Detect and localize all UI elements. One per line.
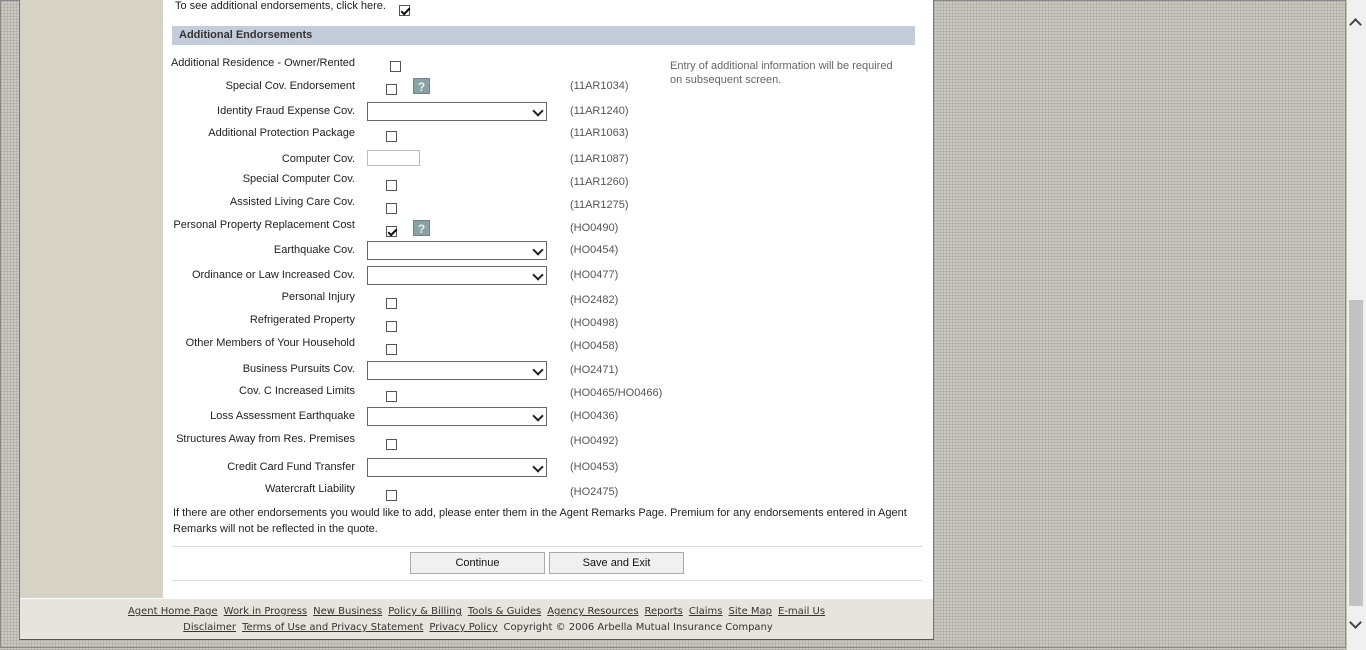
scroll-down-icon[interactable] xyxy=(1349,616,1362,629)
label-business-pursuits-cov: Business Pursuits Cov. xyxy=(242,363,355,375)
chevron-down-icon xyxy=(532,461,544,473)
checkbox-additional-residence-owner-rented[interactable] xyxy=(390,61,401,72)
left-sidebar xyxy=(20,0,163,598)
divider xyxy=(172,546,922,547)
label-computer-cov: Computer Cov. xyxy=(281,153,355,165)
checkbox-structures-away-from-res-premises[interactable] xyxy=(386,439,397,450)
form-code-ordinance-or-law-increased-cov: (HO0477) xyxy=(570,269,619,281)
form-code-personal-injury: (HO2482) xyxy=(570,294,619,306)
footer-link-policy-billing[interactable]: Policy & Billing xyxy=(388,606,462,617)
select-ordinance-or-law-increased-cov[interactable] xyxy=(367,266,547,285)
label-watercraft-liability: Watercraft Liability xyxy=(264,483,355,495)
footer-link-agent-home-page[interactable]: Agent Home Page xyxy=(128,606,218,617)
form-code-special-computer-cov: (11AR1260) xyxy=(570,176,629,188)
checkbox-watercraft-liability[interactable] xyxy=(386,490,397,501)
footer-link-agency-resources[interactable]: Agency Resources xyxy=(547,606,638,617)
select-credit-card-fund-transfer[interactable] xyxy=(367,458,547,477)
checkbox-special-computer-cov[interactable] xyxy=(386,180,397,191)
footer-link-site-map[interactable]: Site Map xyxy=(729,606,772,617)
label-loss-assessment-earthquake: Loss Assessment Earthquake xyxy=(210,410,355,422)
intro-text: To see additional endorsements, click he… xyxy=(175,0,386,12)
footer-link-new-business[interactable]: New Business xyxy=(313,606,382,617)
form-code-identity-fraud-expense-cov: (11AR1240) xyxy=(570,105,629,117)
footer-link-e-mail-us[interactable]: E-mail Us xyxy=(778,606,825,617)
label-ordinance-or-law-increased-cov: Ordinance or Law Increased Cov. xyxy=(191,269,355,281)
main-content: To see additional endorsements, click he… xyxy=(163,0,933,598)
label-special-computer-cov: Special Computer Cov. xyxy=(242,173,355,185)
checkbox-special-cov-endorsement[interactable] xyxy=(386,84,397,95)
label-credit-card-fund-transfer: Credit Card Fund Transfer xyxy=(227,461,355,473)
label-personal-injury: Personal Injury xyxy=(281,291,355,303)
footer: Agent Home Page Work in Progress New Busin… xyxy=(20,599,933,639)
help-icon[interactable]: ? xyxy=(413,78,430,94)
scroll-up-icon[interactable] xyxy=(1349,18,1362,31)
divider xyxy=(172,580,922,581)
footer-link-tools-guides[interactable]: Tools & Guides xyxy=(468,606,541,617)
form-code-assisted-living-care-cov: (11AR1275) xyxy=(570,199,629,211)
show-endorsements-checkbox[interactable] xyxy=(399,5,410,16)
label-refrigerated-property: Refrigerated Property xyxy=(249,314,355,326)
checkbox-personal-property-replacement-cost[interactable] xyxy=(386,226,397,237)
vertical-scrollbar[interactable] xyxy=(1347,0,1366,650)
form-code-structures-away-from-res-premises: (HO0492) xyxy=(570,435,619,447)
form-code-additional-protection-package: (11AR1063) xyxy=(570,127,629,139)
form-code-refrigerated-property: (HO0498) xyxy=(570,317,619,329)
label-cov-c-increased-limits: Cov. C Increased Limits xyxy=(239,385,355,397)
copyright-text: Copyright © 2006 Arbella Mutual Insuranc… xyxy=(503,622,773,633)
form-code-business-pursuits-cov: (HO2471) xyxy=(570,364,619,376)
label-earthquake-cov: Earthquake Cov. xyxy=(273,244,355,256)
form-code-loss-assessment-earthquake: (HO0436) xyxy=(570,410,619,422)
form-code-personal-property-replacement-cost: (HO0490) xyxy=(570,222,619,234)
label-additional-protection-package: Additional Protection Package xyxy=(208,127,355,139)
footer-link-reports[interactable]: Reports xyxy=(645,606,683,617)
chevron-down-icon xyxy=(532,105,544,117)
form-code-watercraft-liability: (HO2475) xyxy=(570,486,619,498)
select-loss-assessment-earthquake[interactable] xyxy=(367,407,547,426)
label-other-members-of-your-household: Other Members of Your Household xyxy=(185,337,355,349)
form-code-other-members-of-your-household: (HO0458) xyxy=(570,340,619,352)
section-header: Additional Endorsements xyxy=(172,26,915,45)
remarks-text: If there are other endorsements you woul… xyxy=(173,507,907,535)
checkbox-assisted-living-care-cov[interactable] xyxy=(386,203,397,214)
footer-legal-row: Disclaimer Terms of Use and Privacy State… xyxy=(20,622,933,633)
label-additional-residence-owner-rented: Additional Residence - Owner/Rented xyxy=(170,57,355,69)
form-code-computer-cov: (11AR1087) xyxy=(570,153,629,165)
select-business-pursuits-cov[interactable] xyxy=(367,361,547,380)
checkbox-refrigerated-property[interactable] xyxy=(386,321,397,332)
select-identity-fraud-expense-cov[interactable] xyxy=(367,102,547,121)
label-personal-property-replacement-cost: Personal Property Replacement Cost xyxy=(173,219,355,231)
checkbox-other-members-of-your-household[interactable] xyxy=(386,344,397,355)
footer-link-disclaimer[interactable]: Disclaimer xyxy=(183,622,236,633)
checkbox-personal-injury[interactable] xyxy=(386,298,397,309)
form-code-earthquake-cov: (HO0454) xyxy=(570,244,619,256)
footer-link-privacy-policy[interactable]: Privacy Policy xyxy=(429,622,497,633)
info-note: Entry of additional information will be … xyxy=(670,60,893,86)
chevron-down-icon xyxy=(532,269,544,281)
footer-link-terms-of-use-and-privacy-statement[interactable]: Terms of Use and Privacy Statement xyxy=(242,622,423,633)
input-computer-cov[interactable] xyxy=(367,150,420,166)
intro-line: To see additional endorsements, click he… xyxy=(175,0,386,12)
chevron-down-icon xyxy=(532,244,544,256)
form-code-credit-card-fund-transfer: (HO0453) xyxy=(570,461,619,473)
chevron-down-icon xyxy=(532,410,544,422)
save-exit-button[interactable]: Save and Exit xyxy=(549,552,684,574)
help-icon[interactable]: ? xyxy=(413,220,430,236)
checkbox-cov-c-increased-limits[interactable] xyxy=(386,391,397,402)
label-special-cov-endorsement: Special Cov. Endorsement xyxy=(225,80,355,92)
scrollbar-thumb[interactable] xyxy=(1349,300,1363,606)
checkbox-additional-protection-package[interactable] xyxy=(386,131,397,142)
label-assisted-living-care-cov: Assisted Living Care Cov. xyxy=(229,196,355,208)
footer-link-work-in-progress[interactable]: Work in Progress xyxy=(224,606,307,617)
select-earthquake-cov[interactable] xyxy=(367,241,547,260)
label-identity-fraud-expense-cov: Identity Fraud Expense Cov. xyxy=(217,105,355,117)
form-code-cov-c-increased-limits: (HO0465/HO0466) xyxy=(570,387,663,399)
footer-link-claims[interactable]: Claims xyxy=(689,606,723,617)
page-panel: To see additional endorsements, click he… xyxy=(19,0,934,640)
footer-links-row: Agent Home Page Work in Progress New Busin… xyxy=(20,606,933,617)
chevron-down-icon xyxy=(532,364,544,376)
label-structures-away-from-res-premises: Structures Away from Res. Premises xyxy=(176,433,355,445)
form-code-special-cov-endorsement: (11AR1034) xyxy=(570,80,629,92)
continue-button[interactable]: Continue xyxy=(410,552,545,574)
